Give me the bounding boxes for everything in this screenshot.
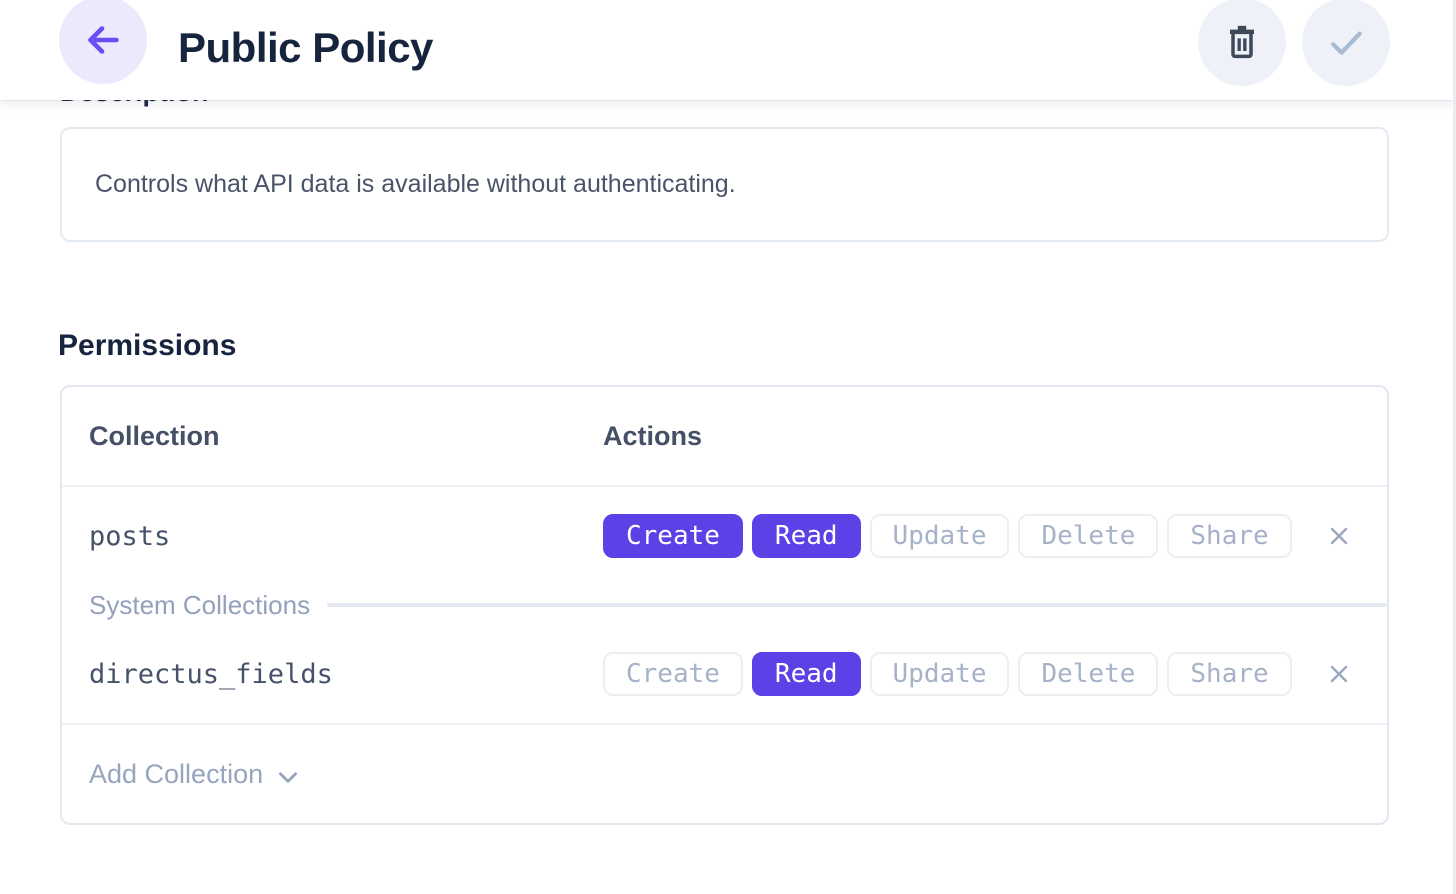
action-share-button[interactable]: Share	[1167, 514, 1291, 558]
column-header-actions: Actions	[603, 421, 702, 452]
remove-row-icon[interactable]	[1323, 658, 1355, 690]
chevron-down-icon	[275, 764, 301, 790]
action-update-button[interactable]: Update	[870, 514, 1010, 558]
permission-row-directus-fields: directus_fields CreateReadUpdateDeleteSh…	[62, 625, 1387, 723]
check-icon	[1324, 20, 1368, 64]
action-delete-button[interactable]: Delete	[1018, 652, 1158, 696]
action-update-button[interactable]: Update	[870, 652, 1010, 696]
arrow-left-icon	[80, 17, 126, 63]
collection-name: posts	[89, 521, 170, 552]
delete-policy-button[interactable]	[1198, 0, 1286, 86]
trash-icon	[1222, 22, 1262, 62]
column-header-collection: Collection	[62, 421, 603, 452]
action-create-button[interactable]: Create	[603, 514, 743, 558]
action-share-button[interactable]: Share	[1167, 652, 1291, 696]
permissions-heading: Permissions	[58, 329, 236, 363]
add-collection-button[interactable]: Add Collection	[62, 723, 1387, 823]
permissions-table-header: Collection Actions	[62, 387, 1387, 487]
remove-row-icon[interactable]	[1323, 520, 1355, 552]
system-collections-label: System Collections	[89, 590, 310, 621]
action-create-button[interactable]: Create	[603, 652, 743, 696]
action-delete-button[interactable]: Delete	[1018, 514, 1158, 558]
system-collections-divider: System Collections	[62, 585, 1387, 625]
actions-group: CreateReadUpdateDeleteShare	[603, 652, 1292, 696]
save-button[interactable]	[1302, 0, 1390, 86]
page-title: Public Policy	[178, 0, 433, 100]
policy-detail-page: Description Controls what API data is av…	[0, 0, 1456, 894]
collection-name: directus_fields	[89, 659, 333, 690]
action-read-button[interactable]: Read	[752, 514, 861, 558]
permissions-table: Collection Actions posts CreateReadUpdat…	[60, 385, 1389, 825]
divider-line	[327, 603, 1387, 607]
description-field-value: Controls what API data is available with…	[95, 170, 736, 199]
permission-row-posts: posts CreateReadUpdateDeleteShare	[62, 487, 1387, 585]
back-button[interactable]	[59, 0, 147, 84]
actions-group: CreateReadUpdateDeleteShare	[603, 514, 1292, 558]
page-header: Public Policy	[0, 0, 1456, 100]
action-read-button[interactable]: Read	[752, 652, 861, 696]
description-field[interactable]: Controls what API data is available with…	[60, 127, 1389, 242]
add-collection-label: Add Collection	[89, 759, 263, 790]
